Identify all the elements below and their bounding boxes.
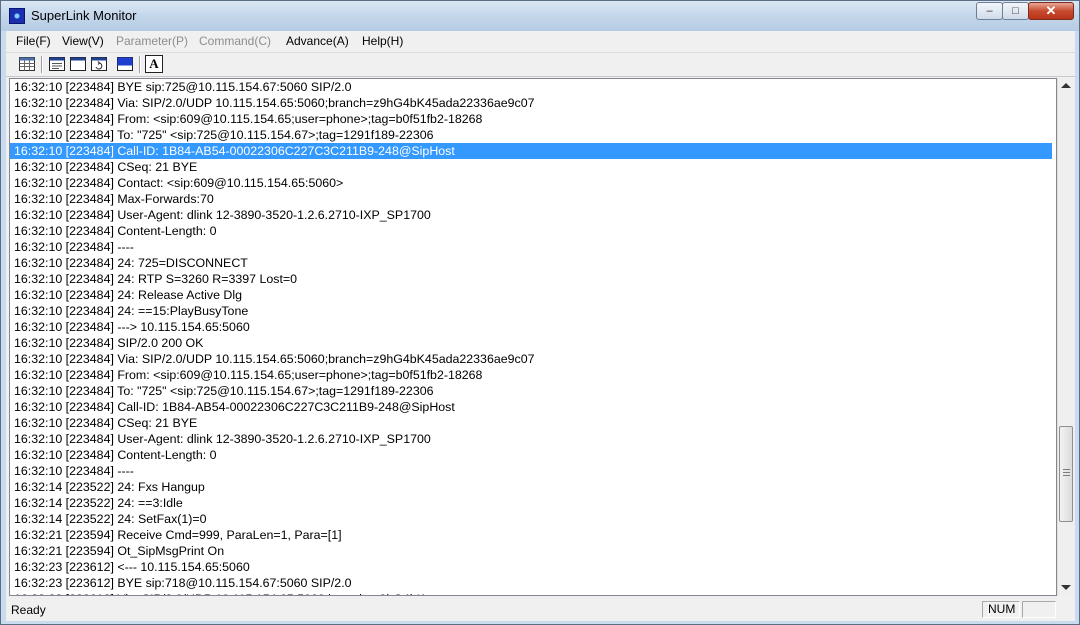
maximize-button[interactable]: □ <box>1002 2 1029 20</box>
log-line[interactable]: 16:32:10 [223484] 24: RTP S=3260 R=3397 … <box>14 271 297 287</box>
scroll-down-arrow-icon[interactable] <box>1061 585 1071 590</box>
log-line[interactable]: 16:32:10 [223484] From: <sip:609@10.115.… <box>14 111 482 127</box>
blue-window-icon[interactable] <box>116 55 134 73</box>
log-line[interactable]: 16:32:10 [223484] Contact: <sip:609@10.1… <box>14 175 343 191</box>
log-line[interactable]: 16:32:10 [223484] ---- <box>14 239 134 255</box>
log-line[interactable]: 16:32:10 [223484] To: "725" <sip:725@10.… <box>14 127 434 143</box>
log-line[interactable]: 16:32:10 [223484] SIP/2.0 200 OK <box>14 335 203 351</box>
app-icon[interactable] <box>9 8 25 24</box>
status-panel-num: NUM <box>982 601 1020 618</box>
log-line[interactable]: 16:32:10 [223484] Max-Forwards:70 <box>14 191 214 207</box>
title-bar[interactable]: SuperLink Monitor – □ ✕ <box>1 1 1079 31</box>
menu-view[interactable]: View(V) <box>62 34 104 48</box>
log-line[interactable]: 16:32:10 [223484] CSeq: 21 BYE <box>14 415 197 431</box>
toolbar-separator <box>139 56 141 73</box>
log-view[interactable]: 16:32:10 [223484] BYE sip:725@10.115.154… <box>9 78 1057 596</box>
minimize-button[interactable]: – <box>976 2 1003 20</box>
log-line[interactable]: 16:32:10 [223484] Call-ID: 1B84-AB54-000… <box>14 399 455 415</box>
toolbar: A <box>6 52 1075 77</box>
menu-command[interactable]: Command(C) <box>199 34 271 48</box>
refresh-window-icon[interactable] <box>90 55 108 73</box>
log-line[interactable]: 16:32:10 [223484] CSeq: 21 BYE <box>14 159 197 175</box>
status-bar: Ready NUM <box>6 599 1075 621</box>
window-list-icon[interactable] <box>48 55 66 73</box>
log-line[interactable]: 16:32:10 [223484] 24: Release Active Dlg <box>14 287 242 303</box>
log-line[interactable]: 16:32:10 [223484] Content-Length: 0 <box>14 447 217 463</box>
log-line[interactable]: 16:32:21 [223594] Ot_SipMsgPrint On <box>14 543 224 559</box>
log-line[interactable]: 16:32:10 [223484] User-Agent: dlink 12-3… <box>14 431 431 447</box>
scroll-up-arrow-icon[interactable] <box>1061 83 1071 88</box>
grid-icon[interactable] <box>18 55 36 73</box>
close-button[interactable]: ✕ <box>1028 2 1074 20</box>
grip-icon <box>1063 469 1070 477</box>
log-line[interactable]: 16:32:10 [223484] From: <sip:609@10.115.… <box>14 367 482 383</box>
menu-help[interactable]: Help(H) <box>362 34 403 48</box>
log-line[interactable]: 16:32:10 [223484] User-Agent: dlink 12-3… <box>14 207 431 223</box>
menu-file[interactable]: File(F) <box>16 34 51 48</box>
log-line[interactable]: 16:32:10 [223484] Via: SIP/2.0/UDP 10.11… <box>14 351 535 367</box>
window-icon[interactable] <box>69 55 87 73</box>
window-title: SuperLink Monitor <box>31 8 137 23</box>
log-line[interactable]: 16:32:14 [223522] 24: ==3:Idle <box>14 495 183 511</box>
log-line[interactable]: 16:32:21 [223594] Receive Cmd=999, ParaL… <box>14 527 342 543</box>
font-icon[interactable]: A <box>145 55 163 73</box>
app-window: SuperLink Monitor – □ ✕ File(F) View(V) … <box>0 0 1080 625</box>
log-line-selected[interactable]: 16:32:10 [223484] Call-ID: 1B84-AB54-000… <box>10 143 1052 159</box>
log-line[interactable]: 16:32:10 [223484] Via: SIP/2.0/UDP 10.11… <box>14 95 535 111</box>
menu-bar: File(F) View(V) Parameter(P) Command(C) … <box>6 31 1075 51</box>
menu-advance[interactable]: Advance(A) <box>286 34 349 48</box>
log-line[interactable]: 16:32:10 [223484] To: "725" <sip:725@10.… <box>14 383 434 399</box>
status-panel-scroll <box>1022 601 1056 618</box>
log-line[interactable]: 16:32:10 [223484] ---- <box>14 463 134 479</box>
log-line[interactable]: 16:32:10 [223484] Content-Length: 0 <box>14 223 217 239</box>
log-line[interactable]: 16:32:23 [223612] BYE sip:718@10.115.154… <box>14 575 352 591</box>
log-line[interactable]: 16:32:10 [223484] 24: 725=DISCONNECT <box>14 255 248 271</box>
status-text: Ready <box>11 603 46 617</box>
caption-buttons: – □ ✕ <box>976 2 1074 20</box>
client-area: File(F) View(V) Parameter(P) Command(C) … <box>6 31 1075 621</box>
log-line[interactable]: 16:32:10 [223484] BYE sip:725@10.115.154… <box>14 79 352 95</box>
scroll-thumb[interactable] <box>1059 426 1073 522</box>
log-line[interactable]: 16:32:23 [223612] <--- 10.115.154.65:506… <box>14 559 250 575</box>
menu-parameter[interactable]: Parameter(P) <box>116 34 188 48</box>
log-line[interactable]: 16:32:10 [223484] 24: ==15:PlayBusyTone <box>14 303 248 319</box>
log-line[interactable]: 16:32:10 [223484] ---> 10.115.154.65:506… <box>14 319 250 335</box>
vertical-scrollbar[interactable] <box>1057 78 1075 596</box>
log-line[interactable]: 16:32:14 [223522] 24: Fxs Hangup <box>14 479 205 495</box>
log-line[interactable]: 16:32:14 [223522] 24: SetFax(1)=0 <box>14 511 207 527</box>
toolbar-separator <box>41 56 43 73</box>
